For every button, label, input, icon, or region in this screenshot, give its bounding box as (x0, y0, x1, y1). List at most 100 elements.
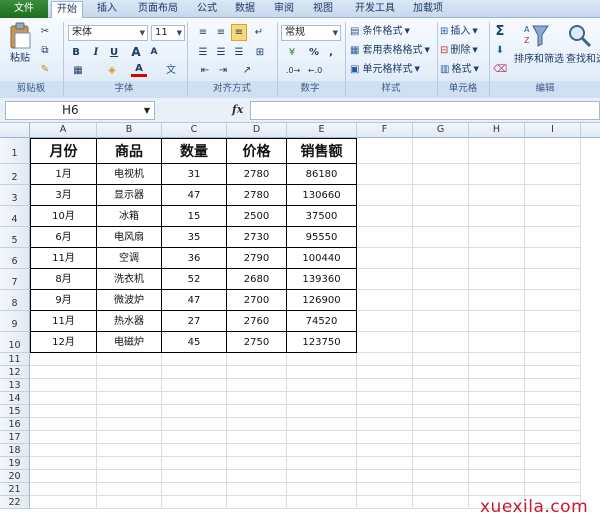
increase-indent-icon[interactable]: ⇥ (216, 63, 230, 78)
table-cell[interactable]: 74520 (287, 311, 357, 332)
empty-cell[interactable] (357, 269, 413, 290)
wrap-text-icon[interactable]: ↵ (252, 25, 266, 40)
sort-filter-button[interactable]: 排序和筛选 (514, 52, 564, 67)
table-header-cell[interactable]: 价格 (227, 138, 287, 164)
empty-cell[interactable] (357, 418, 413, 431)
empty-cell[interactable] (469, 444, 525, 457)
spreadsheet-grid[interactable]: ABCDEFGHI 1 月份 商品 数量 价格 销售额 2 1月 电视机 31 2780 86180 3… (0, 123, 600, 521)
table-cell[interactable]: 6月 (30, 227, 97, 248)
empty-cell[interactable] (413, 269, 469, 290)
table-cell[interactable]: 2500 (227, 206, 287, 227)
empty-cell[interactable] (413, 431, 469, 444)
empty-cell[interactable] (413, 496, 469, 509)
empty-cell[interactable] (227, 379, 287, 392)
empty-cell[interactable] (525, 470, 581, 483)
delete-cells-button[interactable]: ⊟ 删除 ▼ (440, 43, 478, 58)
italic-button[interactable]: I (90, 45, 102, 60)
empty-cell[interactable] (469, 457, 525, 470)
empty-cell[interactable] (30, 392, 97, 405)
row-header[interactable]: 10 (0, 332, 30, 353)
row-header[interactable]: 13 (0, 379, 30, 392)
empty-cell[interactable] (525, 185, 581, 206)
empty-cell[interactable] (357, 290, 413, 311)
find-select-icon[interactable] (566, 22, 592, 48)
empty-cell[interactable] (469, 392, 525, 405)
table-cell[interactable]: 95550 (287, 227, 357, 248)
underline-button[interactable]: U (108, 45, 120, 60)
select-all-corner[interactable] (0, 123, 30, 138)
fill-color-icon[interactable]: ◈ (104, 63, 120, 78)
empty-cell[interactable] (162, 379, 227, 392)
row-header[interactable]: 7 (0, 269, 30, 290)
table-cell[interactable]: 2780 (227, 185, 287, 206)
empty-cell[interactable] (227, 496, 287, 509)
empty-cell[interactable] (413, 366, 469, 379)
empty-cell[interactable] (357, 366, 413, 379)
empty-cell[interactable] (413, 311, 469, 332)
table-cell[interactable]: 洗衣机 (97, 269, 162, 290)
row-header[interactable]: 22 (0, 496, 30, 509)
empty-cell[interactable] (525, 418, 581, 431)
table-cell[interactable]: 126900 (287, 290, 357, 311)
empty-cell[interactable] (162, 392, 227, 405)
table-cell[interactable]: 11月 (30, 248, 97, 269)
table-cell[interactable]: 139360 (287, 269, 357, 290)
empty-cell[interactable] (357, 496, 413, 509)
empty-cell[interactable] (357, 311, 413, 332)
increase-decimal-icon[interactable]: .0→ (284, 63, 302, 78)
row-header[interactable]: 19 (0, 457, 30, 470)
empty-cell[interactable] (227, 457, 287, 470)
table-header-cell[interactable]: 商品 (97, 138, 162, 164)
empty-cell[interactable] (525, 332, 581, 353)
table-cell[interactable]: 1月 (30, 164, 97, 185)
empty-cell[interactable] (525, 311, 581, 332)
empty-cell[interactable] (413, 164, 469, 185)
empty-cell[interactable] (227, 418, 287, 431)
empty-cell[interactable] (525, 405, 581, 418)
empty-cell[interactable] (97, 457, 162, 470)
table-cell[interactable]: 100440 (287, 248, 357, 269)
empty-cell[interactable] (413, 457, 469, 470)
table-cell[interactable]: 3月 (30, 185, 97, 206)
empty-cell[interactable] (413, 353, 469, 366)
tab-insert[interactable]: 插入 (92, 1, 122, 18)
table-cell[interactable]: 2790 (227, 248, 287, 269)
empty-cell[interactable] (287, 405, 357, 418)
column-header[interactable]: I (525, 123, 581, 138)
paste-button[interactable]: 粘贴 (9, 51, 31, 66)
formula-input[interactable] (250, 101, 600, 120)
empty-cell[interactable] (97, 483, 162, 496)
empty-cell[interactable] (287, 353, 357, 366)
empty-cell[interactable] (162, 496, 227, 509)
row-header[interactable]: 4 (0, 206, 30, 227)
empty-cell[interactable] (162, 483, 227, 496)
empty-cell[interactable] (357, 457, 413, 470)
table-cell[interactable]: 123750 (287, 332, 357, 353)
empty-cell[interactable] (525, 248, 581, 269)
font-color-icon[interactable]: A (131, 63, 147, 77)
table-cell[interactable]: 2700 (227, 290, 287, 311)
cell-styles-button[interactable]: ▣ 单元格样式 ▼ (350, 62, 420, 77)
empty-cell[interactable] (469, 405, 525, 418)
empty-cell[interactable] (357, 405, 413, 418)
empty-cell[interactable] (413, 248, 469, 269)
empty-cell[interactable] (469, 206, 525, 227)
tab-page-layout[interactable]: 页面布局 (132, 1, 184, 18)
empty-cell[interactable] (469, 470, 525, 483)
empty-cell[interactable] (469, 431, 525, 444)
empty-cell[interactable] (287, 496, 357, 509)
empty-cell[interactable] (287, 431, 357, 444)
row-header[interactable]: 8 (0, 290, 30, 311)
table-cell[interactable]: 86180 (287, 164, 357, 185)
autosum-button[interactable]: Σ (494, 24, 506, 39)
empty-cell[interactable] (413, 138, 469, 164)
number-format-select[interactable]: 常规 ▼ (281, 25, 341, 41)
column-header[interactable]: E (287, 123, 357, 138)
empty-cell[interactable] (162, 457, 227, 470)
empty-cell[interactable] (525, 457, 581, 470)
empty-cell[interactable] (413, 290, 469, 311)
table-cell[interactable]: 37500 (287, 206, 357, 227)
empty-cell[interactable] (30, 444, 97, 457)
table-cell[interactable]: 2680 (227, 269, 287, 290)
empty-cell[interactable] (227, 483, 287, 496)
